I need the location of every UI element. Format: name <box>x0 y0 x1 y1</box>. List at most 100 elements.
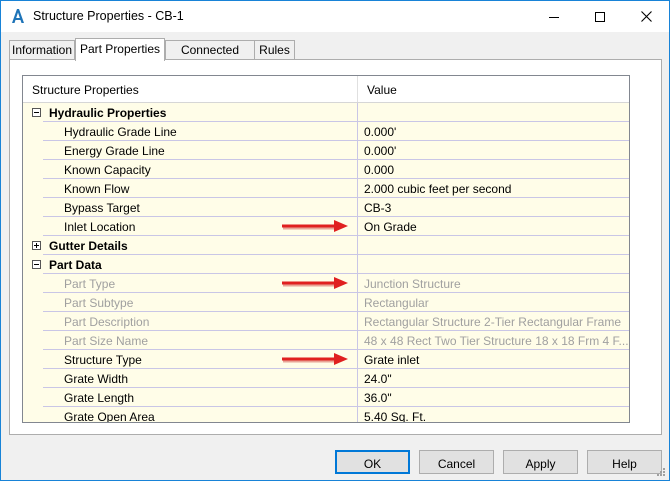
category-row[interactable]: Gutter Details <box>23 236 629 255</box>
scroll-down-button[interactable] <box>629 405 630 422</box>
annotation-arrow-inlet-location <box>282 220 348 232</box>
row-gutter <box>23 331 43 350</box>
property-value: Rectangular <box>358 293 629 312</box>
minimize-button[interactable] <box>531 1 577 32</box>
property-value[interactable]: 36.0" <box>358 388 629 407</box>
property-row[interactable]: Part Description Rectangular Structure 2-… <box>23 312 629 331</box>
property-name: Part Subtype <box>64 296 134 310</box>
category-row[interactable]: Part Data <box>23 255 629 274</box>
row-gutter <box>23 160 43 179</box>
property-name-cell[interactable]: Part Data <box>23 255 358 274</box>
property-name-cell[interactable]: Gutter Details <box>23 236 358 255</box>
property-value[interactable]: 2.000 cubic feet per second <box>358 179 629 198</box>
property-name: Gutter Details <box>49 239 128 253</box>
property-name: Known Capacity <box>64 163 151 177</box>
property-value[interactable]: On Grade <box>358 217 629 236</box>
scroll-up-button[interactable] <box>629 76 630 93</box>
row-gutter <box>23 350 43 369</box>
property-name: Inlet Location <box>64 220 136 234</box>
property-name: Part Data <box>49 258 102 272</box>
property-value[interactable] <box>358 236 629 255</box>
row-gutter <box>23 369 43 388</box>
property-name-cell[interactable]: Part Subtype <box>23 293 358 312</box>
resize-grip-icon[interactable] <box>654 465 666 477</box>
property-name-cell[interactable]: Known Capacity <box>23 160 358 179</box>
property-row[interactable]: Grate Open Area 5.40 Sq. Ft. <box>23 407 629 423</box>
property-name-cell[interactable]: Grate Open Area <box>23 407 358 423</box>
property-grid: Structure Properties Value Hydraulic Pro… <box>22 75 630 423</box>
property-value[interactable] <box>358 103 629 122</box>
collapse-icon[interactable] <box>32 260 41 269</box>
property-name-cell[interactable]: Energy Grade Line <box>23 141 358 160</box>
annotation-arrow-part-type <box>282 277 348 289</box>
property-name: Grate Length <box>64 391 135 405</box>
property-name: Part Description <box>64 315 150 329</box>
property-name: Part Type <box>64 277 116 291</box>
property-row[interactable]: Bypass Target CB-3 <box>23 198 629 217</box>
property-name-cell[interactable]: Grate Width <box>23 369 358 388</box>
civil3d-app-icon <box>12 9 24 23</box>
property-name: Known Flow <box>64 182 130 196</box>
ok-button[interactable]: OK <box>335 450 410 474</box>
structure-properties-dialog: Structure Properties - CB-1 Information … <box>0 0 670 481</box>
close-button[interactable] <box>623 1 669 32</box>
property-value[interactable]: CB-3 <box>358 198 629 217</box>
tab-rules[interactable]: Rules <box>254 40 295 60</box>
property-name-cell[interactable]: Hydraulic Properties <box>23 103 358 122</box>
property-value[interactable]: 24.0" <box>358 369 629 388</box>
property-name: Energy Grade Line <box>64 144 165 158</box>
property-name: Bypass Target <box>64 201 140 215</box>
property-row[interactable]: Known Flow 2.000 cubic feet per second <box>23 179 629 198</box>
category-row[interactable]: Hydraulic Properties <box>23 103 629 122</box>
property-value[interactable] <box>358 255 629 274</box>
property-value: Rectangular Structure 2-Tier Rectangular… <box>358 312 629 331</box>
property-name: Part Size Name <box>64 334 149 348</box>
grid-header: Structure Properties Value <box>23 76 629 103</box>
property-row[interactable]: Hydraulic Grade Line 0.000' <box>23 122 629 141</box>
tab-part-properties[interactable]: Part Properties <box>75 38 165 61</box>
property-row[interactable]: Part Size Name 48 x 48 Rect Two Tier Stru… <box>23 331 629 350</box>
property-value[interactable]: 0.000' <box>358 122 629 141</box>
title-bar[interactable]: Structure Properties - CB-1 <box>1 1 669 32</box>
row-gutter <box>23 122 43 141</box>
property-value[interactable]: 0.000 <box>358 160 629 179</box>
property-row[interactable]: Part Subtype Rectangular <box>23 293 629 312</box>
property-row[interactable]: Grate Length 36.0" <box>23 388 629 407</box>
collapse-icon[interactable] <box>32 108 41 117</box>
header-structure-properties[interactable]: Structure Properties <box>23 76 357 102</box>
vertical-scrollbar[interactable] <box>629 76 630 422</box>
property-value[interactable]: Grate inlet <box>358 350 629 369</box>
property-value[interactable]: 0.000' <box>358 141 629 160</box>
property-name: Grate Open Area <box>64 410 155 423</box>
close-icon <box>640 11 652 22</box>
property-value: 48 x 48 Rect Two Tier Structure 18 x 18 … <box>358 331 629 350</box>
property-value: Junction Structure <box>358 274 629 293</box>
row-gutter <box>23 407 43 422</box>
expand-icon[interactable] <box>32 241 41 250</box>
cancel-button[interactable]: Cancel <box>419 450 494 474</box>
property-name-cell[interactable]: Part Description <box>23 312 358 331</box>
tab-information[interactable]: Information <box>9 40 75 60</box>
row-gutter <box>23 274 43 293</box>
window-title: Structure Properties - CB-1 <box>33 9 184 23</box>
property-name-cell[interactable]: Known Flow <box>23 179 358 198</box>
annotation-arrow-structure-type <box>282 353 348 365</box>
property-name-cell[interactable]: Hydraulic Grade Line <box>23 122 358 141</box>
help-button[interactable]: Help <box>587 450 662 474</box>
maximize-button[interactable] <box>577 1 623 32</box>
header-value[interactable]: Value <box>358 76 629 102</box>
property-name: Grate Width <box>64 372 129 386</box>
apply-button[interactable]: Apply <box>503 450 578 474</box>
property-row[interactable]: Energy Grade Line 0.000' <box>23 141 629 160</box>
property-name-cell[interactable]: Bypass Target <box>23 198 358 217</box>
minimize-icon <box>549 16 559 18</box>
row-gutter <box>23 312 43 331</box>
tab-connected-pipes[interactable]: Connected Pipes <box>165 40 255 71</box>
property-row[interactable]: Known Capacity 0.000 <box>23 160 629 179</box>
property-name-cell[interactable]: Part Size Name <box>23 331 358 350</box>
row-gutter <box>23 293 43 312</box>
property-row[interactable]: Grate Width 24.0" <box>23 369 629 388</box>
property-value[interactable]: 5.40 Sq. Ft. <box>358 407 629 422</box>
property-name: Hydraulic Properties <box>49 106 167 120</box>
property-name-cell[interactable]: Grate Length <box>23 388 358 407</box>
